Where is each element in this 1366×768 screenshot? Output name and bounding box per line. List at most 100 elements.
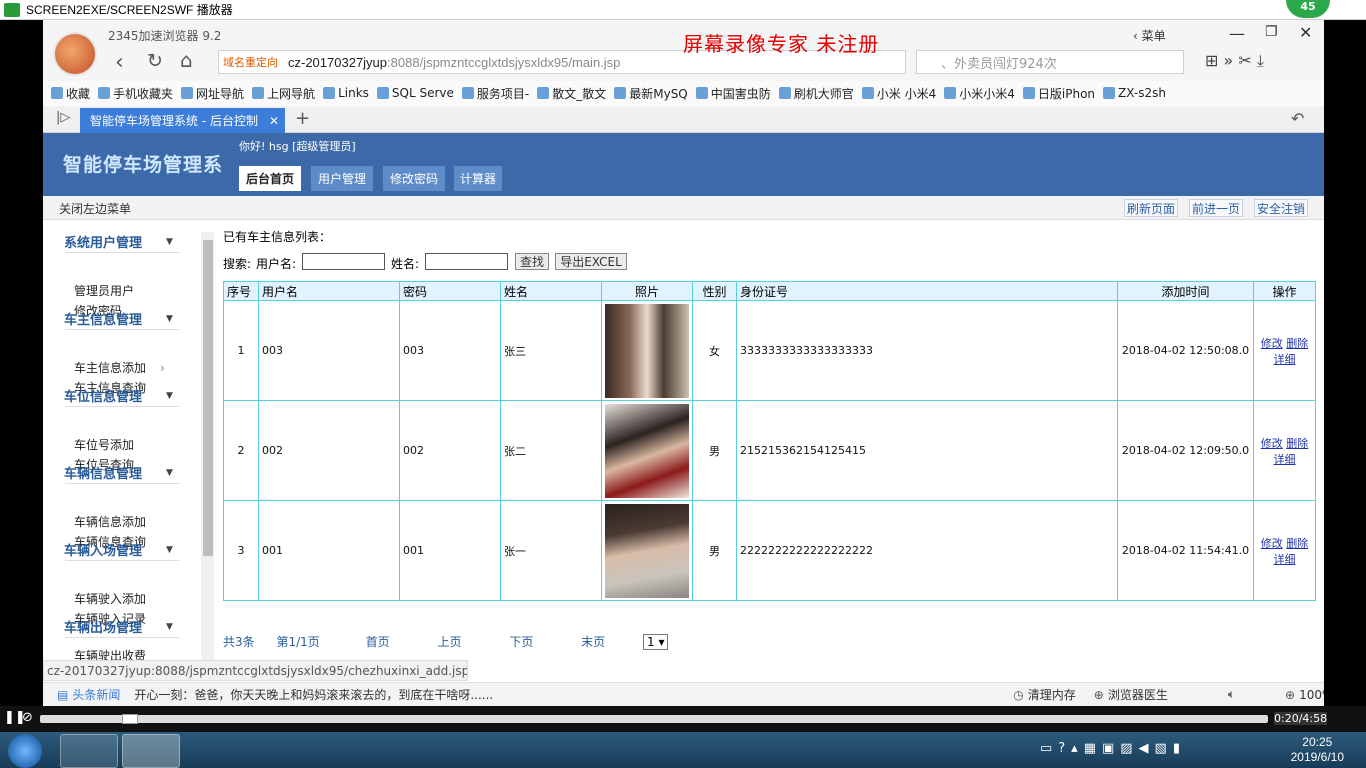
export-excel-button[interactable]: 导出EXCEL [555, 253, 627, 270]
sidebar-item-space-add[interactable]: 车位号添加 [74, 436, 134, 453]
bookmark-item[interactable]: 上网导航 [252, 85, 315, 102]
divider [65, 560, 179, 561]
bookmark-item[interactable]: 中国害虫防 [695, 85, 771, 102]
bookmark-item[interactable]: 手机收藏夹 [98, 85, 173, 102]
bookmark-item[interactable]: 收藏 [51, 85, 90, 102]
bookmark-item[interactable]: 网址导航 [181, 85, 244, 102]
page-select[interactable]: 1 ▾ [643, 634, 669, 650]
seek-thumb[interactable] [122, 714, 138, 724]
tab-home[interactable]: 后台首页 [239, 166, 301, 191]
sidebar-group-owner[interactable]: 车主信息管理 [64, 309, 142, 328]
sidebar-item-exit-charge[interactable]: 车辆驶出收费 [74, 647, 146, 660]
bookmark-item[interactable]: ZX-s2sh [1103, 86, 1166, 100]
bookmark-icon [323, 87, 336, 99]
sidebar-item-entry-add[interactable]: 车辆驶入添加 [74, 590, 146, 607]
tab-user-management[interactable]: 用户管理 [311, 166, 373, 191]
bookmark-item[interactable]: Links [323, 86, 369, 100]
cell-username: 002 [258, 400, 400, 501]
new-tab-icon[interactable]: + [295, 108, 310, 129]
sidebar-group-exit[interactable]: 车辆出场管理 [64, 617, 142, 636]
owner-photo [605, 403, 689, 498]
menu-button[interactable]: ‹ 菜单 [1133, 27, 1166, 44]
refresh-icon[interactable]: ↻ [147, 50, 163, 72]
detail-link[interactable]: 详细 [1274, 553, 1296, 566]
stop-icon[interactable]: ⊘ [22, 710, 33, 725]
clean-memory-icon: ◷ [1013, 687, 1024, 702]
chevron-down-icon: ▼ [166, 314, 173, 324]
back-icon[interactable]: ‹ [115, 50, 124, 75]
minimize-icon[interactable]: — [1229, 24, 1245, 43]
sidebar-item-admin-users[interactable]: 管理员用户 [74, 282, 134, 299]
sidebar-toggle-icon[interactable]: |▷ [56, 110, 70, 125]
logout-button[interactable]: 安全注销 [1254, 199, 1308, 217]
username-input[interactable] [302, 253, 385, 270]
detail-link[interactable]: 详细 [1274, 453, 1296, 466]
close-left-menu[interactable]: 关闭左边菜单 [59, 200, 131, 217]
bookmark-label: 日版iPhon [1037, 86, 1096, 101]
taskbar: ▭?▴▦▣▨◀▧▮ 20:25 2019/6/10 [0, 732, 1366, 768]
sidebar-group-system-user[interactable]: 系统用户管理 [64, 232, 142, 251]
delete-link[interactable]: 删除 [1286, 537, 1308, 550]
bookmark-item[interactable]: 最新MySQ [614, 85, 688, 102]
bookmark-item[interactable]: SQL Serve [376, 86, 454, 100]
sidebar-group-entry[interactable]: 车辆入场管理 [64, 540, 142, 559]
sidebar-scroll-thumb[interactable] [203, 240, 213, 556]
forward-button[interactable]: 前进一页 [1189, 199, 1243, 217]
browser-doctor[interactable]: 浏览器医生 [1108, 686, 1168, 703]
start-button-icon[interactable] [8, 734, 42, 768]
pager-prev[interactable]: 上页 [437, 635, 461, 649]
tab-change-password[interactable]: 修改密码 [383, 166, 445, 191]
delete-link[interactable]: 删除 [1286, 337, 1308, 350]
close-icon[interactable]: ✕ [1299, 23, 1312, 42]
zoom-level[interactable]: 100% [1299, 688, 1324, 702]
sidebar-group-vehicle[interactable]: 车辆信息管理 [64, 463, 142, 482]
cell-username: 001 [258, 500, 400, 601]
find-button[interactable]: 查找 [515, 253, 549, 270]
explorer-icon[interactable] [60, 734, 118, 768]
tab-calculator[interactable]: 计算器 [454, 166, 502, 191]
clean-memory[interactable]: 清理内存 [1028, 686, 1076, 703]
owner-photo [605, 303, 689, 398]
undo-icon[interactable]: ↶ [1291, 109, 1304, 128]
delete-link[interactable]: 删除 [1286, 437, 1308, 450]
tab-active[interactable]: 智能停车场管理系统 - 后台控制 ✕ [80, 108, 285, 133]
bookmark-item[interactable]: 服务项目- [461, 85, 529, 102]
taskbar-clock[interactable]: 20:25 2019/6/10 [1291, 735, 1344, 765]
tab-close-icon[interactable]: ✕ [269, 114, 279, 128]
edit-link[interactable]: 修改 [1261, 337, 1283, 350]
th-no: 序号 [223, 281, 259, 301]
name-input[interactable] [425, 253, 508, 270]
bookmark-item[interactable]: 小米 小米4 [861, 85, 937, 102]
tray-icons[interactable]: ▭?▴▦▣▨◀▧▮ [1040, 741, 1186, 756]
bookmark-item[interactable]: 小米小米4 [944, 85, 1015, 102]
home-icon[interactable]: ⌂ [180, 48, 193, 72]
news-text[interactable]: 开心一刻：爸爸，你天天晚上和妈妈滚来滚去的，到底在干啥呀...... [134, 686, 493, 703]
chevron-down-icon: ▼ [166, 237, 173, 247]
search-input[interactable]: 、外卖员闯灯924次 [916, 50, 1184, 74]
pager-next[interactable]: 下页 [509, 635, 533, 649]
browser-avatar-icon[interactable] [53, 32, 97, 76]
bookmark-item[interactable]: 刷机大师官 [778, 85, 854, 102]
extensions-icon[interactable]: ⊞ » ✂ ⤓ [1205, 51, 1264, 71]
news-label[interactable]: 头条新闻 [72, 686, 120, 703]
restore-icon[interactable]: ❐ [1265, 24, 1278, 40]
chevron-down-icon: ▼ [166, 468, 173, 478]
seek-track[interactable] [40, 714, 1268, 724]
player-taskbar-icon[interactable] [122, 734, 180, 768]
bookmark-item[interactable]: 散文_散文 [537, 85, 606, 102]
refresh-page-button[interactable]: 刷新页面 [1124, 199, 1178, 217]
edit-link[interactable]: 修改 [1261, 437, 1283, 450]
bookmark-item[interactable]: 日版iPhon [1022, 85, 1096, 102]
cell-gender: 男 [692, 500, 737, 601]
speaker-icon[interactable]: 🔈︎ [1228, 687, 1235, 702]
sidebar-item-owner-add[interactable]: 车主信息添加 › [74, 359, 165, 376]
pager-first[interactable]: 首页 [366, 635, 390, 649]
sidebar-item-vehicle-add[interactable]: 车辆信息添加 [74, 513, 146, 530]
cell-name: 张三 [500, 300, 602, 401]
cell-ops: 修改 删除详细 [1253, 500, 1316, 601]
pager-last[interactable]: 末页 [581, 635, 605, 649]
detail-link[interactable]: 详细 [1274, 353, 1296, 366]
sidebar-group-space[interactable]: 车位信息管理 [64, 386, 142, 405]
bookmark-label: 小米 小米4 [876, 86, 937, 101]
edit-link[interactable]: 修改 [1261, 537, 1283, 550]
